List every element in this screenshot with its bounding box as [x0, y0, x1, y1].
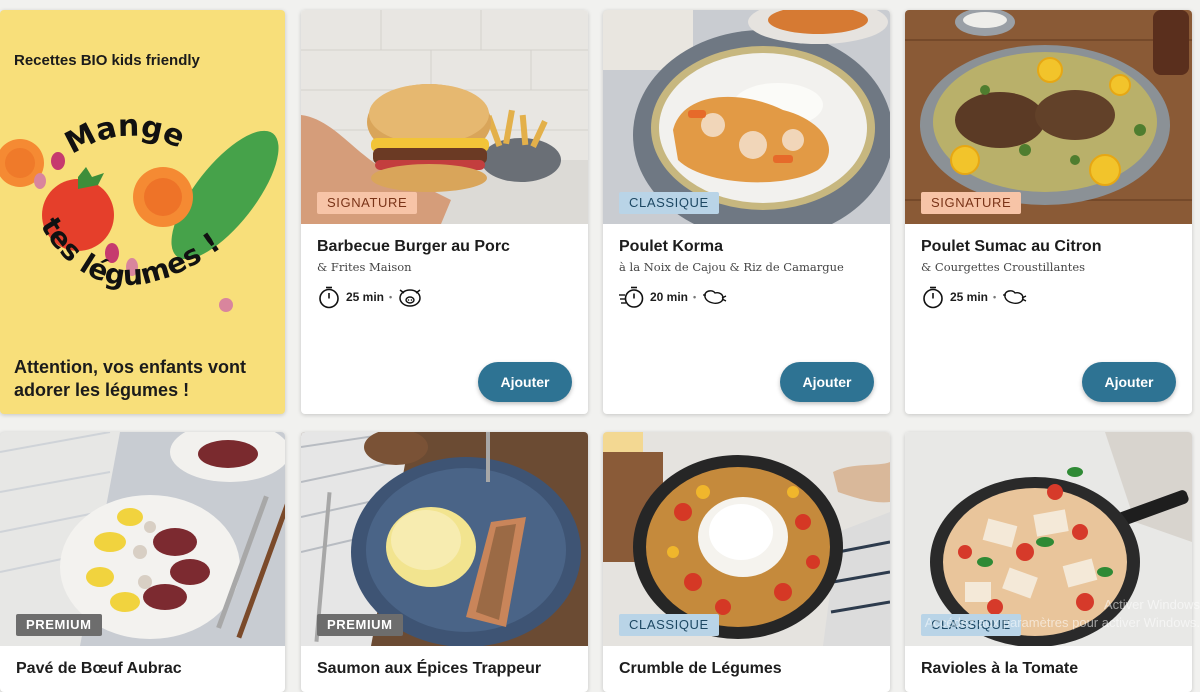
recipe-card[interactable]: SIGNATURE Barbecue Burger au Porc & Frit… — [301, 10, 588, 414]
recipe-title[interactable]: Saumon aux Épices Trappeur — [317, 660, 541, 678]
recipe-title[interactable]: Poulet Sumac au Citron — [921, 238, 1101, 256]
chicken-icon — [1003, 290, 1027, 304]
recipe-card[interactable]: PREMIUM Pavé de Bœuf Aubrac — [0, 432, 285, 692]
recipe-card[interactable]: SIGNATURE Poulet Sumac au Citron & Courg… — [905, 10, 1192, 414]
recipe-card[interactable]: CLASSIQUE Ravioles à la Tomate — [905, 432, 1192, 692]
add-button[interactable]: Ajouter — [1082, 362, 1176, 402]
promo-tagline: Attention, vos enfants vont adorer les l… — [14, 357, 247, 400]
recipe-badge: CLASSIQUE — [619, 192, 719, 214]
recipe-card[interactable]: CLASSIQUE Poulet Korma à la Noix de Cajo… — [603, 10, 890, 414]
svg-text:Mange: Mange — [59, 115, 190, 161]
add-button[interactable]: Ajouter — [780, 362, 874, 402]
recipe-time: 25 min — [346, 290, 385, 304]
recipe-title[interactable]: Poulet Korma — [619, 238, 723, 256]
promo-card[interactable]: Recettes BIO kids friendly Mange tes lég… — [0, 10, 285, 414]
add-button[interactable]: Ajouter — [478, 362, 572, 402]
meta-separator: • — [389, 292, 393, 302]
recipe-badge: CLASSIQUE — [619, 614, 719, 636]
stopwatch-icon — [319, 286, 339, 309]
promo-kicker: Recettes BIO kids friendly — [14, 52, 200, 69]
recipe-title[interactable]: Ravioles à la Tomate — [921, 660, 1078, 678]
fast-stopwatch-icon — [619, 286, 644, 308]
recipe-meta: 25 min • — [921, 285, 1027, 309]
recipe-card[interactable]: PREMIUM Saumon aux Épices Trappeur — [301, 432, 588, 692]
recipe-badge: SIGNATURE — [921, 192, 1022, 214]
recipe-subtitle: & Courgettes Croustillantes — [921, 260, 1086, 274]
recipe-time: 25 min — [950, 290, 989, 304]
recipe-badge: CLASSIQUE — [921, 614, 1021, 636]
mange-tes-legumes-logo: Mange tes légumes ! — [0, 115, 279, 312]
recipe-time: 20 min — [650, 290, 689, 304]
meta-separator: • — [693, 292, 697, 302]
recipe-badge: PREMIUM — [16, 614, 102, 636]
recipe-title[interactable]: Crumble de Légumes — [619, 660, 782, 678]
stopwatch-icon — [923, 286, 943, 309]
recipe-meta: 20 min • — [619, 285, 727, 309]
recipe-badge: PREMIUM — [317, 614, 403, 636]
recipe-subtitle: à la Noix de Cajou & Riz de Camargue — [619, 260, 844, 274]
logo-line-1: Mange — [59, 115, 190, 161]
recipe-title[interactable]: Pavé de Bœuf Aubrac — [16, 660, 182, 678]
recipe-subtitle: & Frites Maison — [317, 260, 412, 274]
recipe-meta: 25 min • — [317, 285, 423, 309]
pig-icon — [399, 289, 421, 307]
chicken-icon — [703, 290, 727, 304]
meta-separator: • — [993, 292, 997, 302]
recipe-title[interactable]: Barbecue Burger au Porc — [317, 238, 510, 256]
recipe-card[interactable]: CLASSIQUE Crumble de Légumes — [603, 432, 890, 692]
recipe-badge: SIGNATURE — [317, 192, 418, 214]
